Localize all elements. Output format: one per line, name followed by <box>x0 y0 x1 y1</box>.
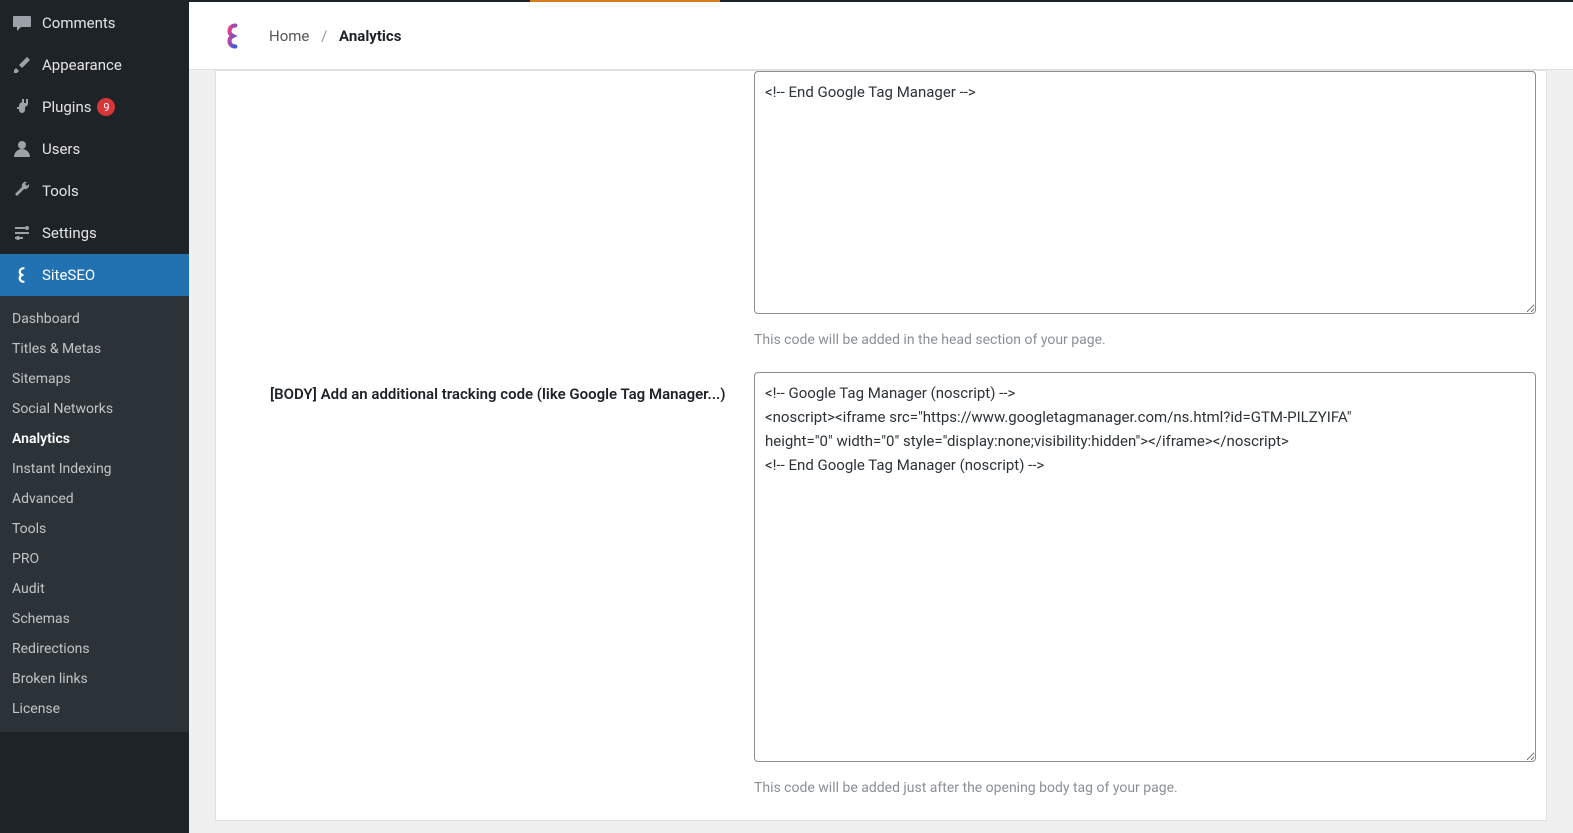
sidebar-item-label: SiteSEO <box>42 266 95 284</box>
head-help-text: This code will be added in the head sect… <box>754 332 1536 348</box>
siteseo-brand-icon <box>219 22 247 50</box>
sidebar-item-label: Tools <box>42 182 79 200</box>
sidebar-sub-analytics[interactable]: Analytics <box>0 424 189 454</box>
sidebar-item-users[interactable]: Users <box>0 128 189 170</box>
sidebar-item-settings[interactable]: Settings <box>0 212 189 254</box>
main-content: Home / Analytics This code will be added… <box>189 2 1573 833</box>
sidebar-item-siteseo[interactable]: SiteSEO <box>0 254 189 296</box>
settings-card: This code will be added in the head sect… <box>215 70 1547 821</box>
breadcrumb-bar: Home / Analytics <box>189 2 1573 70</box>
admin-sidebar: Comments Appearance Plugins 9 Users Tool… <box>0 2 189 833</box>
sidebar-sub-broken-links[interactable]: Broken links <box>0 664 189 694</box>
user-icon <box>12 139 32 159</box>
wrench-icon <box>12 181 32 201</box>
sidebar-item-tools[interactable]: Tools <box>0 170 189 212</box>
sidebar-item-label: Users <box>42 140 80 158</box>
sidebar-item-label: Settings <box>42 224 97 242</box>
sidebar-sub-redirections[interactable]: Redirections <box>0 634 189 664</box>
sidebar-item-plugins[interactable]: Plugins 9 <box>0 86 189 128</box>
breadcrumb: Home / Analytics <box>269 27 401 45</box>
head-tracking-code-textarea[interactable] <box>754 71 1536 314</box>
siteseo-icon <box>12 265 32 285</box>
sidebar-submenu: Dashboard Titles & Metas Sitemaps Social… <box>0 296 189 732</box>
sidebar-sub-audit[interactable]: Audit <box>0 574 189 604</box>
sidebar-sub-titles-metas[interactable]: Titles & Metas <box>0 334 189 364</box>
sidebar-item-appearance[interactable]: Appearance <box>0 44 189 86</box>
sidebar-sub-instant-indexing[interactable]: Instant Indexing <box>0 454 189 484</box>
sidebar-sub-license[interactable]: License <box>0 694 189 724</box>
body-help-text: This code will be added just after the o… <box>754 780 1536 796</box>
sidebar-item-label: Comments <box>42 14 116 32</box>
sidebar-sub-dashboard[interactable]: Dashboard <box>0 304 189 334</box>
sliders-icon <box>12 223 32 243</box>
sidebar-sub-social-networks[interactable]: Social Networks <box>0 394 189 424</box>
breadcrumb-home[interactable]: Home <box>269 27 309 45</box>
plugins-update-badge: 9 <box>97 98 115 116</box>
sidebar-item-comments[interactable]: Comments <box>0 2 189 44</box>
head-code-label <box>216 71 754 83</box>
sidebar-sub-pro[interactable]: PRO <box>0 544 189 574</box>
brush-icon <box>12 55 32 75</box>
sidebar-sub-schemas[interactable]: Schemas <box>0 604 189 634</box>
sidebar-item-label: Appearance <box>42 56 122 74</box>
comment-icon <box>12 13 32 33</box>
sidebar-sub-tools[interactable]: Tools <box>0 514 189 544</box>
plug-icon <box>12 97 32 117</box>
body-code-label: [BODY] Add an additional tracking code (… <box>216 372 754 417</box>
sidebar-sub-advanced[interactable]: Advanced <box>0 484 189 514</box>
sidebar-sub-sitemaps[interactable]: Sitemaps <box>0 364 189 394</box>
breadcrumb-separator: / <box>321 27 327 45</box>
body-tracking-code-textarea[interactable] <box>754 372 1536 762</box>
breadcrumb-current: Analytics <box>339 27 401 45</box>
sidebar-item-label: Plugins <box>42 98 91 116</box>
